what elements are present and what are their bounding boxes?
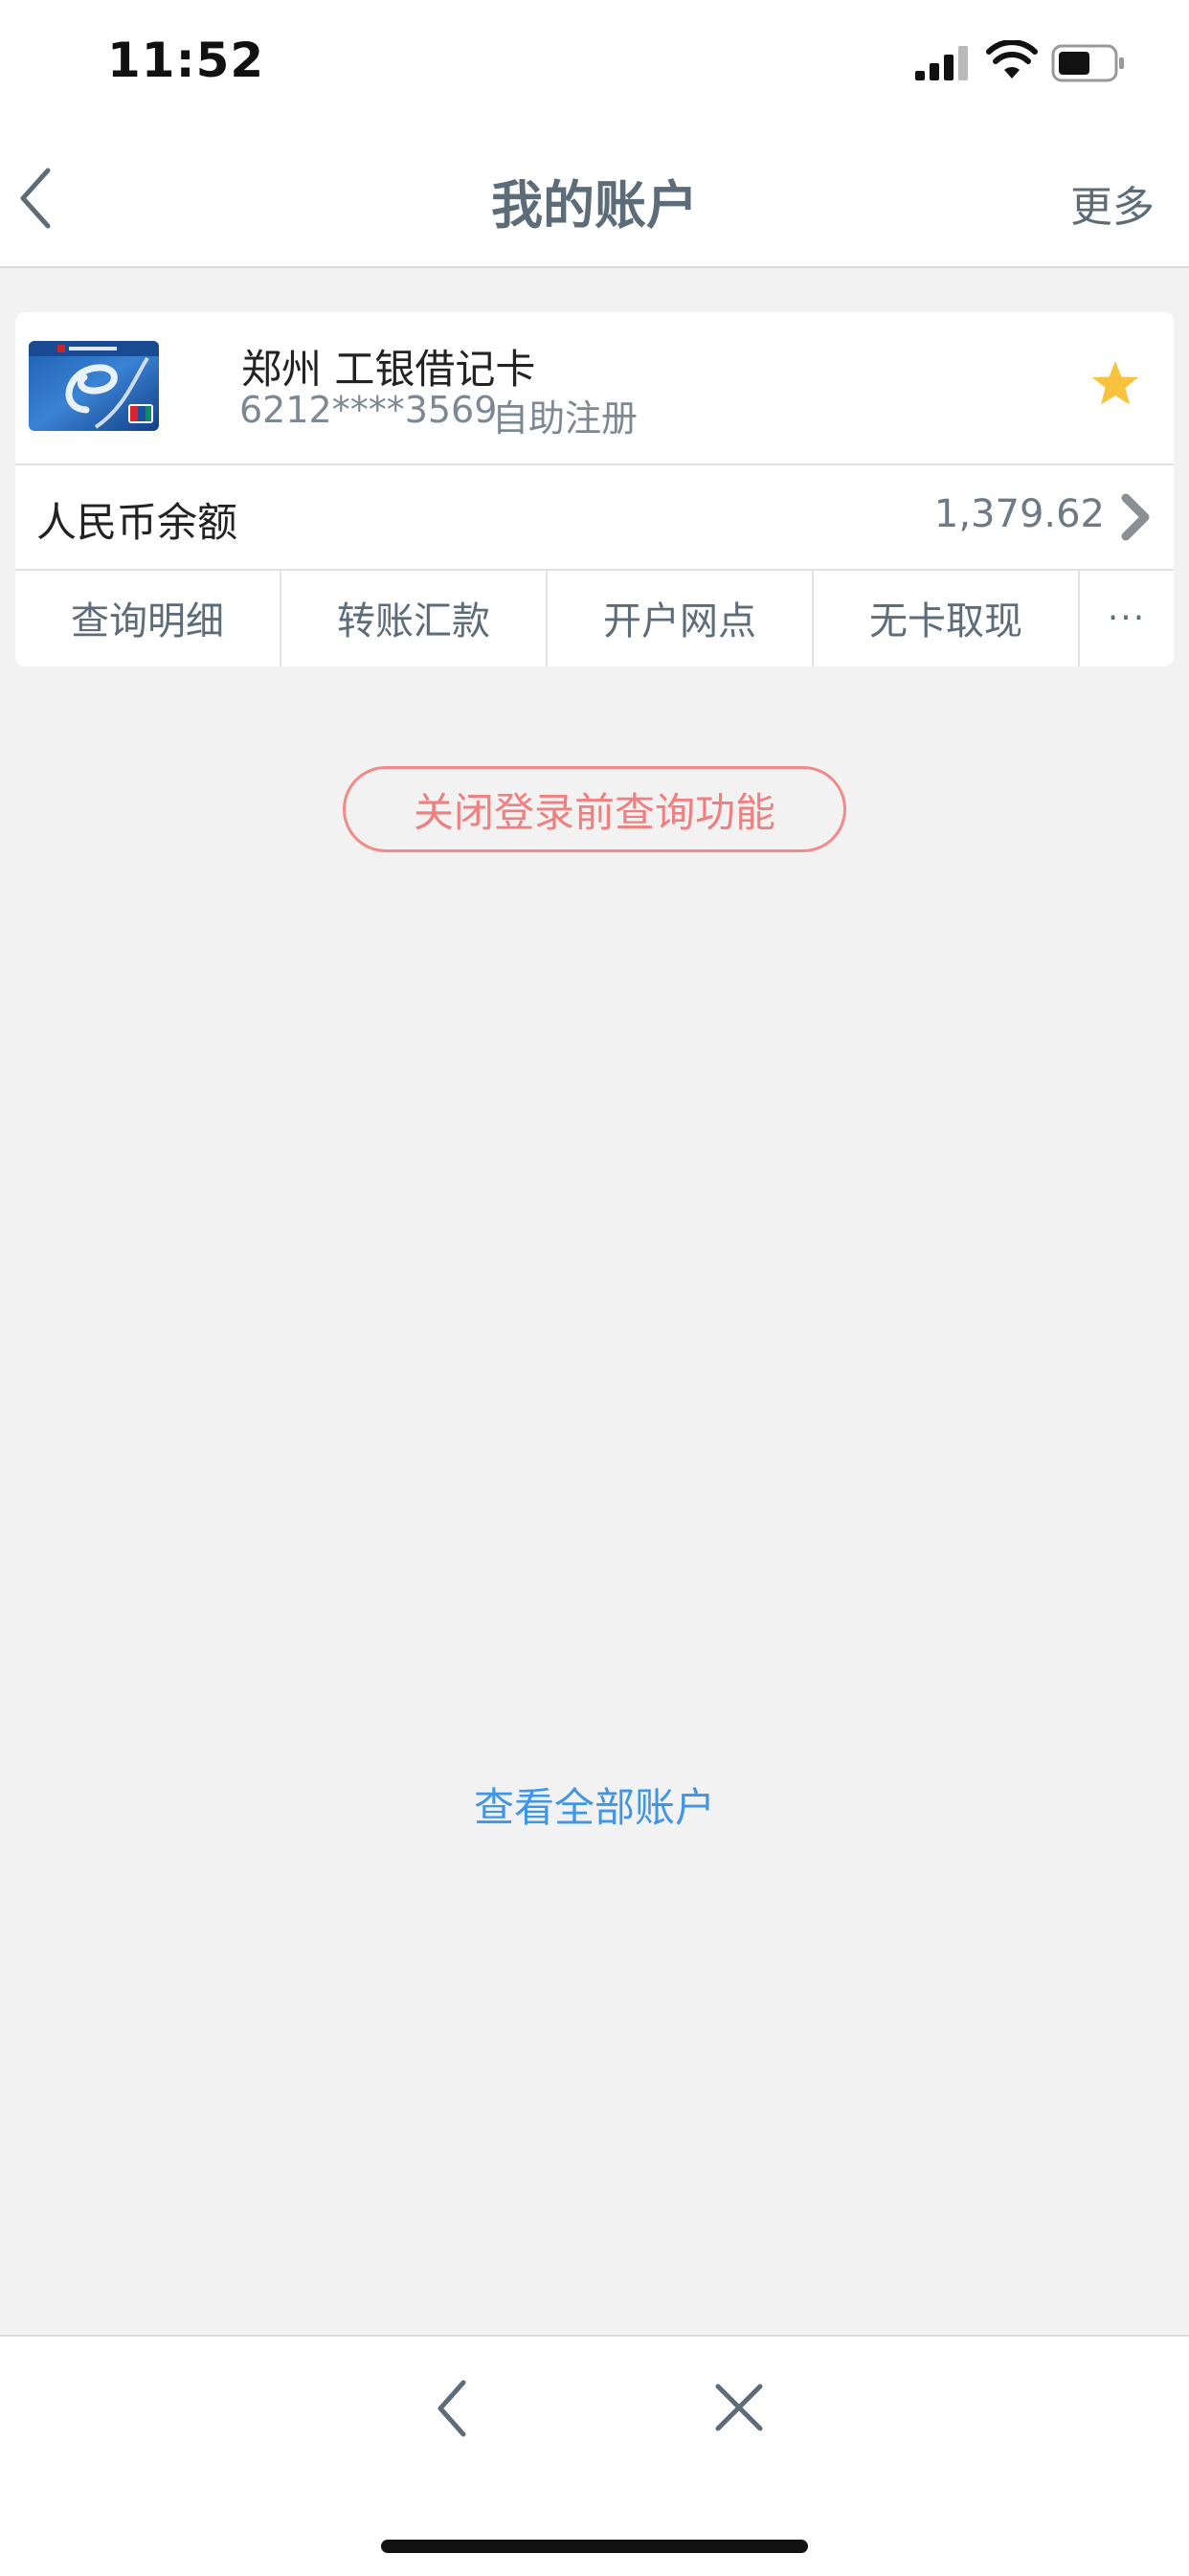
close-icon[interactable] <box>712 2381 766 2434</box>
action-transfer[interactable]: 转账汇款 <box>281 569 548 667</box>
balance-label: 人民币余额 <box>36 499 238 546</box>
close-query-button[interactable]: 关闭登录前查询功能 <box>343 766 846 852</box>
wifi-icon <box>986 40 1038 79</box>
account-actions: 查询明细 转账汇款 开户网点 无卡取现 ··· <box>15 569 1174 667</box>
home-indicator <box>381 2540 808 2553</box>
page-title: 我的账户 <box>491 175 698 236</box>
signal-icon <box>915 46 968 80</box>
status-bar: 11:52 <box>0 0 1189 130</box>
view-all-accounts-link[interactable]: 查看全部账户 <box>0 1775 1189 1834</box>
account-card: 郑州 工银借记卡 6212****3569 自助注册 人民币余额 1,379.6… <box>15 312 1174 667</box>
bank-card-image <box>29 341 159 431</box>
action-cardless-withdrawal[interactable]: 无卡取现 <box>814 569 1080 667</box>
status-time: 11:52 <box>107 33 265 88</box>
more-button[interactable]: 更多 <box>1070 172 1155 234</box>
action-query-details[interactable]: 查询明细 <box>15 569 281 667</box>
battery-icon <box>1051 44 1124 82</box>
star-icon[interactable] <box>1089 358 1141 410</box>
action-more[interactable]: ··· <box>1080 569 1174 667</box>
action-branch[interactable]: 开户网点 <box>548 569 814 667</box>
card-registration: 自助注册 <box>492 397 639 440</box>
account-header-row[interactable]: 郑州 工银借记卡 6212****3569 自助注册 <box>15 312 1174 465</box>
card-number: 6212****3569 <box>239 389 498 431</box>
chevron-right-icon <box>1121 493 1150 541</box>
nav-bar: 我的账户 更多 <box>0 130 1189 268</box>
card-name: 郑州 工银借记卡 <box>241 346 536 393</box>
bottom-toolbar <box>0 2335 1189 2576</box>
chevron-left-icon[interactable] <box>433 2377 471 2440</box>
balance-row[interactable]: 人民币余额 1,379.62 <box>15 463 1174 571</box>
balance-value: 1,379.62 <box>933 492 1105 536</box>
